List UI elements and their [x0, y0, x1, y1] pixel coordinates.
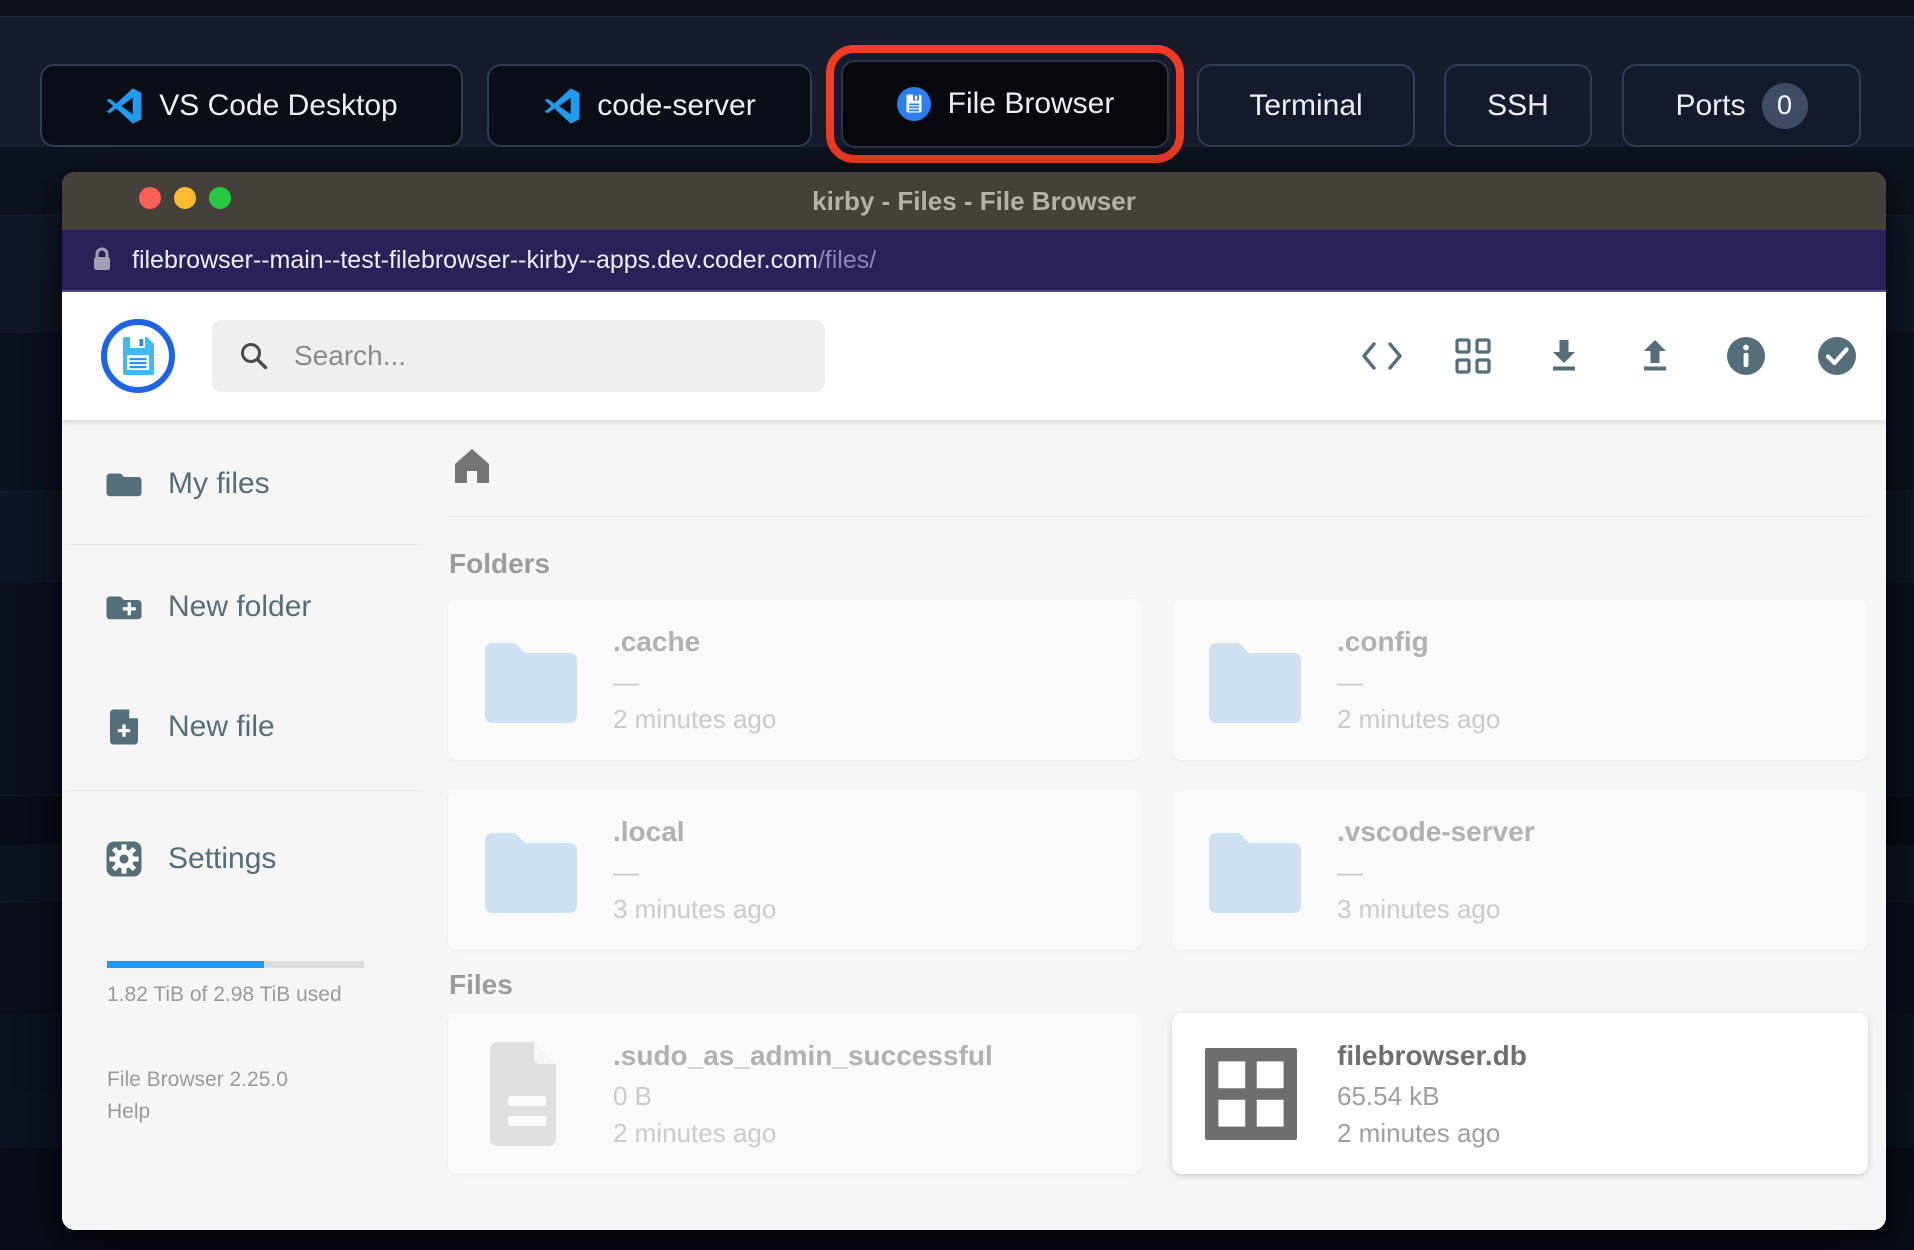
sidebar-divider: [68, 790, 420, 791]
item-size: —: [1337, 856, 1363, 887]
file-card-sudo-as-admin-successful[interactable]: .sudo_as_admin_successful 0 B 2 minutes …: [448, 1013, 1142, 1174]
ports-button[interactable]: Ports 0: [1622, 64, 1861, 147]
item-modified: 3 minutes ago: [613, 893, 777, 924]
folder-icon: [477, 827, 577, 913]
terminal-label: Terminal: [1249, 88, 1363, 122]
app-main: My files New folder New file Settings 1.…: [62, 420, 1886, 1230]
item-modified: 3 minutes ago: [1337, 893, 1501, 924]
item-name: filebrowser.db: [1337, 1039, 1527, 1071]
vscode-desktop-button[interactable]: VS Code Desktop: [40, 64, 463, 147]
item-name: .local: [613, 815, 685, 847]
item-modified: 2 minutes ago: [1337, 1117, 1501, 1148]
new-file-icon: [103, 706, 145, 748]
database-file-icon: [1201, 1047, 1301, 1140]
ports-count-badge: 0: [1761, 82, 1808, 129]
sidebar-item-new-file[interactable]: New file: [62, 688, 427, 766]
folder-icon: [103, 463, 145, 505]
file-browser-icon: [896, 86, 932, 122]
address-bar[interactable]: filebrowser--main--test-filebrowser--kir…: [62, 230, 1886, 292]
select-multiple-icon[interactable]: [1815, 334, 1859, 378]
item-modified: 2 minutes ago: [613, 703, 777, 734]
file-card-filebrowser-db[interactable]: filebrowser.db 65.54 kB 2 minutes ago: [1172, 1013, 1868, 1174]
folders-grid: .cache — 2 minutes ago .config — 2 minut…: [448, 599, 1868, 950]
sidebar: My files New folder New file Settings 1.…: [62, 420, 427, 1230]
url-host: filebrowser--main--test-filebrowser--kir…: [132, 245, 818, 274]
item-size: 65.54 kB: [1337, 1080, 1440, 1111]
help-link[interactable]: Help: [107, 1100, 150, 1124]
item-size: —: [1337, 666, 1363, 697]
storage-usage-fill: [107, 961, 264, 968]
section-header-folders: Folders: [449, 548, 551, 579]
grid-view-icon[interactable]: [1451, 334, 1495, 378]
sidebar-item-new-folder[interactable]: New folder: [62, 568, 427, 646]
vscode-icon: [105, 87, 143, 125]
folder-icon: [1201, 827, 1301, 913]
new-folder-icon: [103, 586, 145, 628]
download-icon[interactable]: [1542, 334, 1586, 378]
breadcrumb-divider: [448, 516, 1868, 517]
search-input[interactable]: [292, 339, 825, 373]
item-size: —: [613, 856, 639, 887]
folder-card-cache[interactable]: .cache — 2 minutes ago: [448, 599, 1142, 760]
window-title: kirby - Files - File Browser: [812, 185, 1136, 216]
url-path: /files/: [817, 245, 877, 274]
storage-usage-text: 1.82 TiB of 2.98 TiB used: [107, 983, 342, 1006]
top-strip: [0, 0, 1914, 17]
file-icon: [477, 1038, 577, 1150]
sidebar-item-label: My files: [168, 467, 270, 500]
sidebar-divider: [68, 544, 420, 545]
info-icon[interactable]: [1724, 334, 1768, 378]
section-header-files: Files: [449, 969, 513, 1000]
vscode-desktop-label: VS Code Desktop: [159, 88, 398, 122]
app-version: File Browser 2.25.0: [107, 1068, 288, 1091]
item-name: .sudo_as_admin_successful: [613, 1039, 993, 1071]
ssh-label: SSH: [1487, 88, 1549, 122]
folder-card-config[interactable]: .config — 2 minutes ago: [1172, 599, 1868, 760]
breadcrumb-home-icon[interactable]: [451, 445, 493, 487]
sidebar-item-label: New folder: [168, 590, 312, 623]
item-name: .vscode-server: [1337, 815, 1535, 847]
ssh-button[interactable]: SSH: [1444, 64, 1592, 147]
lock-icon: [90, 246, 114, 274]
sidebar-item-my-files[interactable]: My files: [62, 445, 427, 523]
folder-icon: [477, 637, 577, 723]
window-titlebar: kirby - Files - File Browser: [62, 172, 1886, 230]
files-grid: .sudo_as_admin_successful 0 B 2 minutes …: [448, 1013, 1868, 1174]
upload-icon[interactable]: [1633, 334, 1677, 378]
item-size: 0 B: [613, 1080, 653, 1111]
code-icon[interactable]: [1360, 334, 1404, 378]
folder-card-local[interactable]: .local — 3 minutes ago: [448, 789, 1142, 950]
item-name: .config: [1337, 625, 1429, 657]
filebrowser-logo[interactable]: [101, 319, 175, 393]
ports-label: Ports: [1675, 88, 1746, 122]
terminal-button[interactable]: Terminal: [1197, 64, 1415, 147]
folder-icon: [1201, 637, 1301, 723]
header-toolbar: [1360, 292, 1859, 420]
search-icon: [238, 340, 270, 372]
item-modified: 2 minutes ago: [1337, 703, 1501, 734]
file-browser-label: File Browser: [947, 87, 1115, 120]
file-browser-button[interactable]: File Browser: [841, 60, 1169, 148]
app-header: [62, 292, 1886, 420]
folder-card-vscode-server[interactable]: .vscode-server — 3 minutes ago: [1172, 789, 1868, 950]
code-server-label: code-server: [597, 88, 756, 122]
file-listing: Folders .cache — 2 minutes ago .config —…: [427, 420, 1886, 1230]
item-name: .cache: [613, 625, 701, 657]
item-modified: 2 minutes ago: [613, 1117, 777, 1148]
sidebar-item-settings[interactable]: Settings: [62, 820, 427, 898]
item-size: —: [613, 666, 639, 697]
gear-icon: [103, 838, 145, 880]
code-server-button[interactable]: code-server: [487, 64, 812, 147]
storage-usage-bar: [107, 961, 364, 968]
vscode-icon: [543, 87, 581, 125]
sidebar-item-label: Settings: [168, 842, 277, 875]
sidebar-item-label: New file: [168, 710, 275, 743]
browser-window: kirby - Files - File Browser filebrowser…: [62, 172, 1886, 1230]
url-text: filebrowser--main--test-filebrowser--kir…: [132, 246, 876, 275]
search-bar[interactable]: [212, 320, 825, 392]
